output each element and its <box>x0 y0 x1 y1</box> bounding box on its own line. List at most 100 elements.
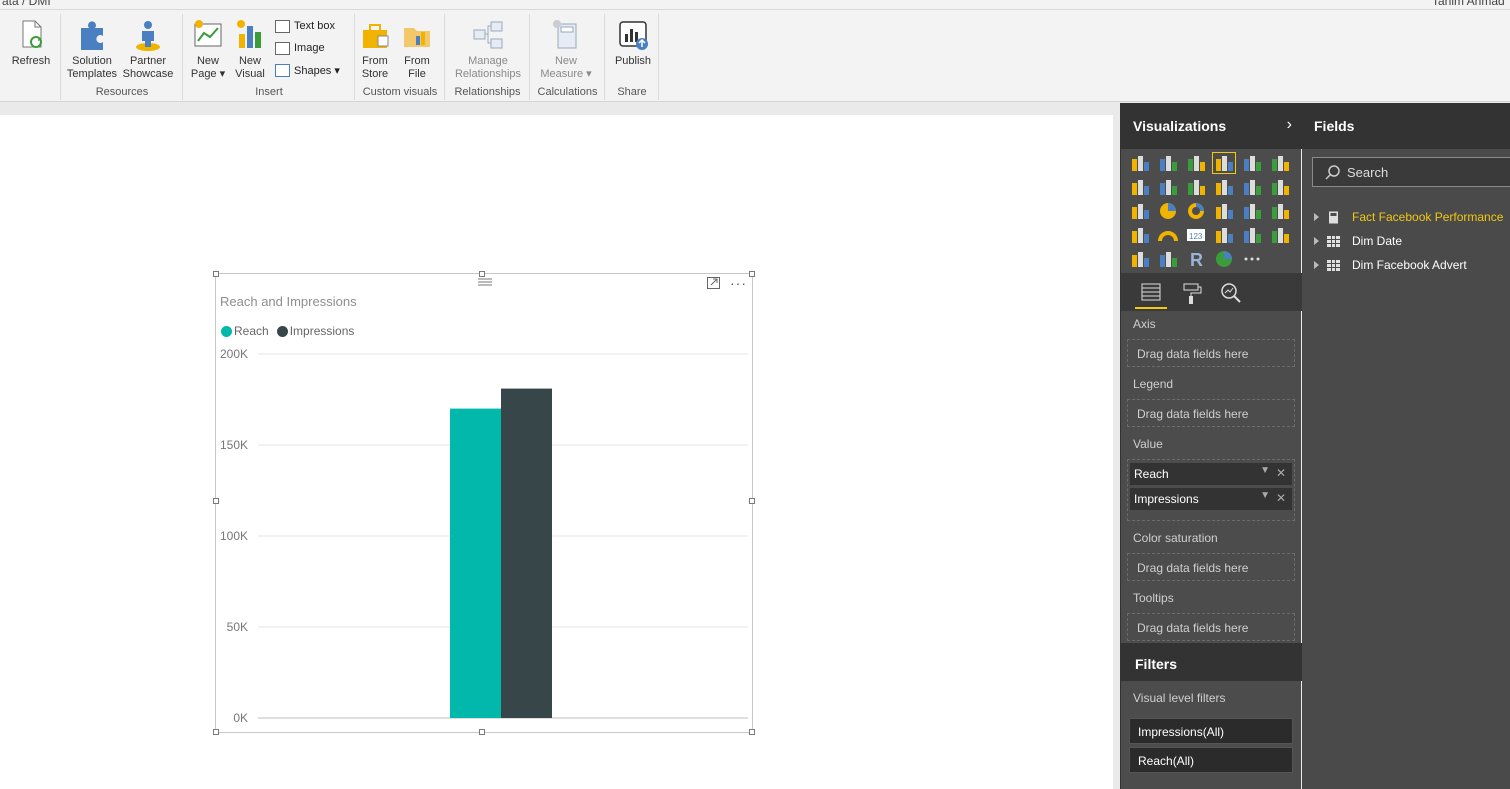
partner-showcase-label-1: Partner <box>129 55 167 67</box>
r-script-chart-icon[interactable]: R <box>1185 249 1207 270</box>
filter-card-reach[interactable]: Reach(All) <box>1129 747 1293 773</box>
custom-visuals-group-label: Custom visuals <box>362 86 438 98</box>
bar-reach[interactable] <box>450 408 501 718</box>
publish-button[interactable]: Publish <box>606 16 660 82</box>
collapse-chevron-icon[interactable]: › <box>1287 116 1292 134</box>
clustered-column-chart-icon[interactable] <box>1212 152 1236 174</box>
format-tab[interactable] <box>1175 279 1207 309</box>
svg-text:R: R <box>1190 250 1203 269</box>
visual-type-gallery: 123 R <box>1129 152 1299 273</box>
line-clustered-column-chart-icon[interactable] <box>1241 177 1263 197</box>
gauge-chart-icon[interactable] <box>1157 225 1179 245</box>
value-field-impressions-label: Impressions <box>1134 492 1199 506</box>
new-measure-button[interactable]: New Measure ▾ <box>539 16 593 82</box>
value-field-reach[interactable]: Reach ▼ ✕ <box>1130 463 1292 485</box>
kpi-chart-icon[interactable] <box>1241 225 1263 245</box>
expand-triangle-icon[interactable] <box>1314 261 1319 269</box>
manage-relationships-button[interactable]: Manage Relationships <box>450 16 526 82</box>
legend-drop-zone[interactable]: Drag data fields here <box>1127 399 1295 427</box>
pie-chart-icon[interactable] <box>1157 201 1179 221</box>
card-chart-icon[interactable]: 123 <box>1185 225 1207 245</box>
globe-chart-icon[interactable] <box>1213 249 1235 269</box>
remove-field-icon[interactable]: ✕ <box>1276 466 1286 480</box>
line-stacked-column-chart-icon[interactable] <box>1213 177 1235 197</box>
visualizations-header: Visualizations › <box>1121 103 1302 149</box>
analytics-magnifier-icon <box>1221 283 1241 303</box>
image-icon <box>275 41 290 55</box>
text-box-label: Text box <box>294 20 335 32</box>
stacked-area-chart-icon[interactable] <box>1185 177 1207 197</box>
field-table-label: Dim Date <box>1352 234 1403 248</box>
map-chart-icon[interactable] <box>1241 201 1263 221</box>
from-file-label-2: File <box>408 68 426 80</box>
stacked-bar-chart-icon[interactable] <box>1129 153 1151 173</box>
multi-row-card-chart-icon[interactable] <box>1213 225 1235 245</box>
text-box-icon <box>275 19 290 33</box>
table-chart-icon[interactable] <box>1129 249 1151 269</box>
y-tick-label: 50K <box>227 620 248 634</box>
filled-map-chart-icon[interactable] <box>1269 201 1291 221</box>
donut-chart-icon[interactable] <box>1185 201 1207 221</box>
bar-impressions[interactable] <box>501 388 552 718</box>
axis-drop-zone[interactable]: Drag data fields here <box>1127 339 1295 367</box>
axis-well-label: Axis <box>1133 317 1156 331</box>
manage-relationships-label-2: Relationships <box>454 68 522 80</box>
color-saturation-drop-zone[interactable]: Drag data fields here <box>1127 553 1295 581</box>
from-file-button[interactable]: From File <box>390 16 444 82</box>
fields-search-input[interactable]: Search <box>1312 157 1510 187</box>
image-label: Image <box>294 42 325 54</box>
expand-triangle-icon[interactable] <box>1314 237 1319 245</box>
tooltips-drop-zone[interactable]: Drag data fields here <box>1127 613 1295 641</box>
person-icon <box>131 18 165 52</box>
value-field-reach-label: Reach <box>1134 467 1169 481</box>
value-drop-zone[interactable]: Reach ▼ ✕ Impressions ▼ ✕ <box>1127 459 1295 521</box>
remove-field-icon[interactable]: ✕ <box>1276 491 1286 505</box>
fields-tab[interactable] <box>1135 279 1167 309</box>
new-visual-label-1: New <box>238 55 261 67</box>
field-table-dim-facebook-advert[interactable]: Dim Facebook Advert <box>1314 255 1467 275</box>
puzzle-icon <box>75 18 109 52</box>
stacked-column-chart-icon[interactable] <box>1157 153 1179 173</box>
pane-sub-tabs <box>1121 273 1302 311</box>
filter-card-impressions[interactable]: Impressions(All) <box>1129 718 1293 744</box>
title-bar-user: Tahim Ahmad <box>1432 0 1505 8</box>
title-bar: ata / DMI Tahim Ahmad <box>0 0 1510 10</box>
clustered-column-visual[interactable]: ··· Reach and Impressions Reach Impressi… <box>213 271 755 735</box>
tooltips-well-label: Tooltips <box>1133 591 1174 605</box>
field-table-dim-date[interactable]: Dim Date <box>1314 231 1402 251</box>
scatter-chart-icon[interactable] <box>1129 201 1151 221</box>
matrix-chart-icon[interactable] <box>1157 249 1179 269</box>
value-field-impressions[interactable]: Impressions ▼ ✕ <box>1130 488 1292 510</box>
store-icon <box>358 18 392 52</box>
shapes-button[interactable]: Shapes ▾ <box>275 60 340 80</box>
visualizations-title: Visualizations <box>1133 118 1227 134</box>
100-stacked-column-chart-icon[interactable] <box>1269 153 1291 173</box>
partner-showcase-button[interactable]: Partner Showcase <box>121 16 175 82</box>
image-button[interactable]: Image <box>275 38 325 58</box>
expand-triangle-icon[interactable] <box>1314 213 1319 221</box>
chevron-down-icon[interactable]: ▼ <box>1260 465 1270 476</box>
relationships-icon <box>471 18 505 52</box>
line-chart-icon[interactable] <box>1129 177 1151 197</box>
100-stacked-bar-chart-icon[interactable] <box>1241 153 1263 173</box>
analytics-tab[interactable] <box>1215 279 1247 309</box>
field-table-fact-facebook-performance[interactable]: Fact Facebook Performance <box>1314 207 1503 227</box>
ribbon-chart-icon[interactable] <box>1269 177 1291 197</box>
solution-templates-label-1: Solution <box>72 55 112 67</box>
publish-label: Publish <box>614 55 652 67</box>
slicer-chart-icon[interactable] <box>1269 225 1291 245</box>
refresh-button[interactable]: Refresh <box>4 16 58 82</box>
field-table-label: Dim Facebook Advert <box>1352 258 1467 272</box>
treemap-chart-icon[interactable] <box>1213 201 1235 221</box>
chevron-down-icon[interactable]: ▼ <box>1260 490 1270 501</box>
resources-group-label: Resources <box>95 86 149 98</box>
search-icon <box>1325 165 1340 180</box>
text-box-button[interactable]: Text box <box>275 16 335 36</box>
funnel-chart-icon[interactable] <box>1129 225 1151 245</box>
solution-templates-button[interactable]: Solution Templates <box>65 16 119 82</box>
more-chart-icon[interactable] <box>1241 249 1263 269</box>
new-visual-button[interactable]: New Visual <box>223 16 277 82</box>
manage-relationships-label-1: Manage <box>468 55 508 67</box>
clustered-bar-chart-icon[interactable] <box>1185 153 1207 173</box>
area-chart-icon[interactable] <box>1157 177 1179 197</box>
